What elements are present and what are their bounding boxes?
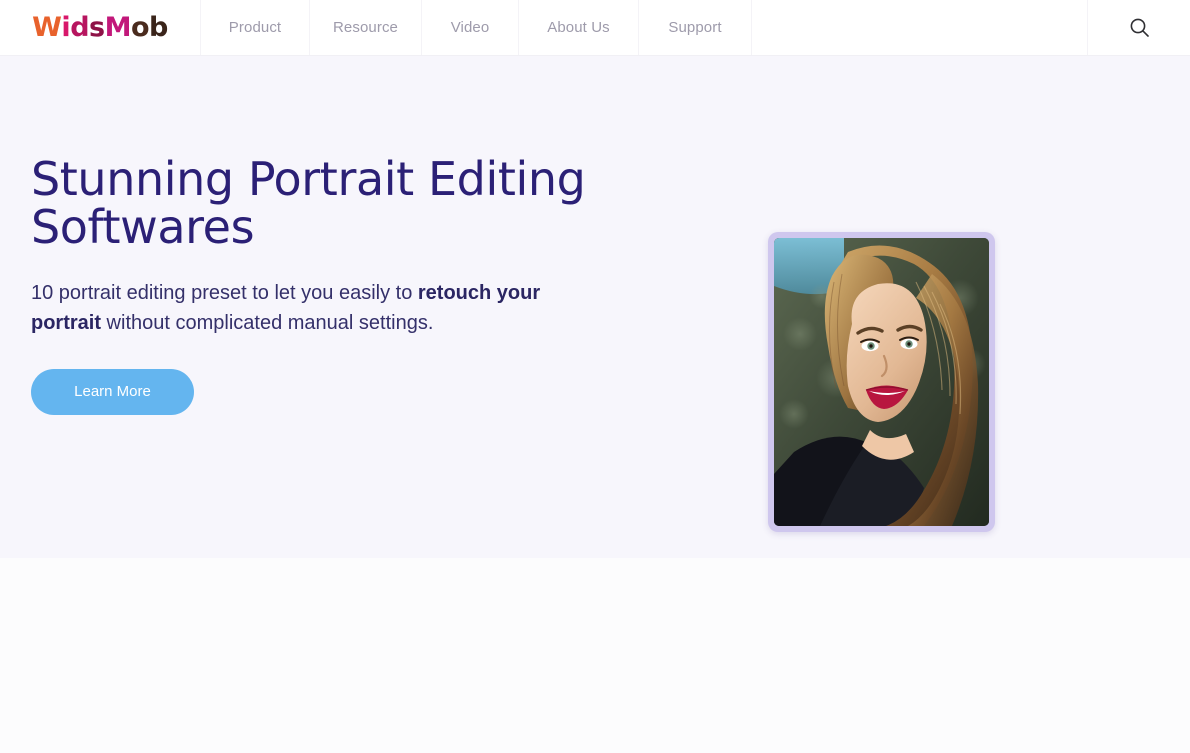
site-header: WidsMob Product Resource Video About Us …	[0, 0, 1190, 56]
logo-letter: W	[32, 12, 62, 43]
nav-spacer	[751, 0, 1087, 55]
logo-letter: d	[70, 12, 90, 43]
hero-subtitle-part-1: 10 portrait editing preset to let you ea…	[31, 281, 418, 304]
nav-item-support[interactable]: Support	[638, 0, 752, 55]
logo-letter: s	[89, 12, 105, 43]
hero-title-line-1: Stunning Portrait Editing	[31, 152, 586, 206]
brand-logo: WidsMob	[32, 14, 168, 41]
logo-letter: M	[104, 12, 132, 43]
main-navigation: Product Resource Video About Us Support	[200, 0, 1087, 55]
nav-item-product[interactable]: Product	[200, 0, 310, 55]
nav-item-video[interactable]: Video	[421, 0, 519, 55]
nav-item-resource[interactable]: Resource	[309, 0, 422, 55]
hero-title-line-2: Softwares	[31, 199, 255, 254]
features-section: Revain	[0, 558, 1190, 753]
hero-subtitle: 10 portrait editing preset to let you ea…	[31, 278, 576, 338]
nav-item-about-us[interactable]: About Us	[518, 0, 639, 55]
logo-link[interactable]: WidsMob	[0, 0, 200, 55]
portrait-illustration	[774, 238, 989, 526]
search-button[interactable]	[1087, 0, 1190, 55]
logo-letter: b	[149, 12, 168, 43]
hero-copy: Stunning Portrait Editing Softwares 10 p…	[31, 155, 631, 415]
logo-letter: i	[61, 12, 71, 43]
logo-letter: o	[130, 12, 150, 43]
hero-subtitle-part-2: without complicated manual settings.	[101, 311, 434, 334]
hero-image-frame	[768, 232, 995, 532]
learn-more-button[interactable]: Learn More	[31, 368, 194, 415]
page-title: Stunning Portrait Editing Softwares	[31, 155, 631, 254]
search-icon	[1130, 18, 1149, 37]
hero-portrait-image	[774, 238, 989, 526]
hero-section: Stunning Portrait Editing Softwares 10 p…	[0, 56, 1190, 558]
